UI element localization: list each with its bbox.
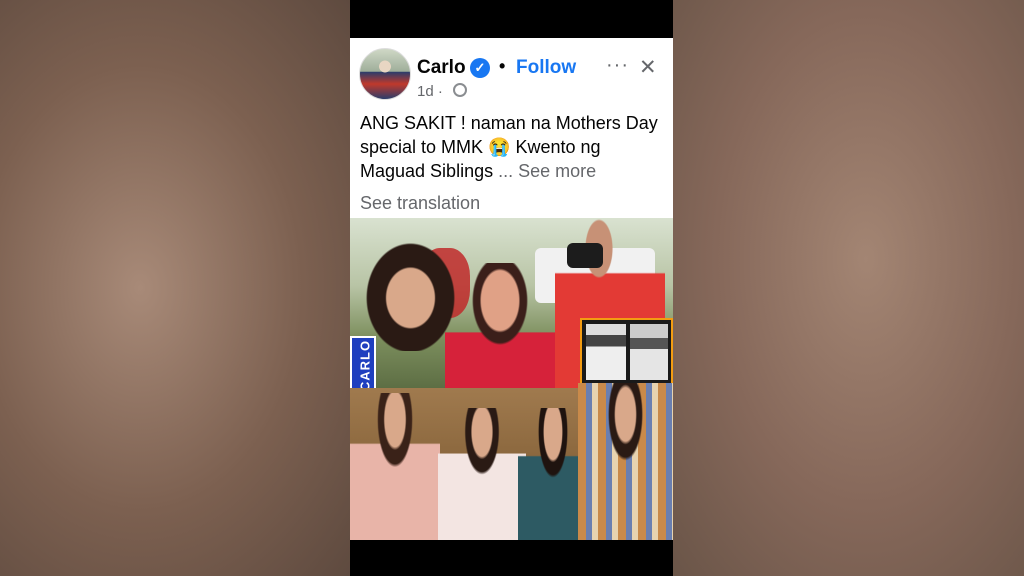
image-face-mask	[567, 243, 603, 268]
see-more-link[interactable]: See more	[518, 161, 596, 181]
close-icon[interactable]: ✕	[639, 55, 657, 80]
bottom-black-bar	[350, 540, 673, 576]
post-card: Carlo ✓ • Follow ··· ✕ 1d · ANG SAKIT ! …	[350, 38, 673, 218]
see-translation-link[interactable]: See translation	[360, 193, 480, 214]
post-time: 1d ·	[417, 83, 443, 100]
inset-photo-left	[586, 324, 626, 380]
separator-dot: •	[499, 56, 506, 76]
avatar[interactable]	[359, 48, 411, 100]
follow-button[interactable]: Follow	[516, 57, 576, 79]
more-options-icon[interactable]: ···	[606, 54, 629, 77]
post-image[interactable]: CARLO	[350, 218, 673, 540]
carlo-tag-label: CARLO	[357, 339, 373, 392]
image-person-2	[438, 408, 526, 540]
image-person-1	[350, 393, 440, 540]
image-inset-photos	[580, 318, 673, 386]
verified-icon: ✓	[470, 58, 490, 78]
inset-photo-right	[630, 324, 668, 380]
background-left	[0, 0, 350, 576]
image-person-4	[578, 383, 673, 540]
globe-icon	[453, 83, 467, 97]
background-right	[673, 0, 1024, 576]
image-crying-woman	[445, 263, 555, 388]
author-name[interactable]: Carlo	[417, 57, 466, 79]
post-caption: ANG SAKIT ! naman na Mothers Day special…	[360, 111, 665, 183]
caption-ellipsis: ...	[498, 161, 514, 181]
